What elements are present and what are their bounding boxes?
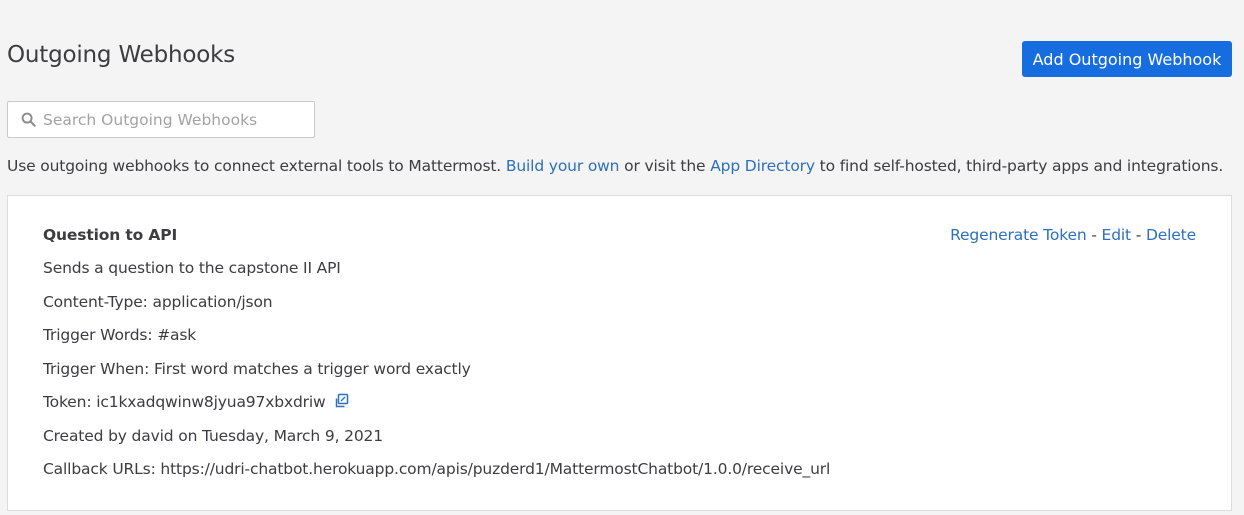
webhook-trigger-words: Trigger Words: #ask <box>43 326 197 344</box>
webhook-token: Token: ic1kxadqwinw8jyua97xbxdriw <box>43 393 326 411</box>
intro-text-middle: or visit the <box>619 157 711 175</box>
webhook-token-row: Token: ic1kxadqwinw8jyua97xbxdriw <box>43 393 350 411</box>
edit-link[interactable]: Edit <box>1102 226 1132 244</box>
copy-icon[interactable] <box>334 393 350 409</box>
webhook-callback-urls: Callback URLs: https://udri-chatbot.hero… <box>43 460 831 478</box>
webhook-actions: Regenerate Token - Edit - Delete <box>950 226 1196 244</box>
search-box[interactable] <box>7 101 315 138</box>
search-input[interactable] <box>43 110 293 129</box>
actions-separator: - <box>1086 226 1102 244</box>
intro-text-after: to find self-hosted, third-party apps an… <box>814 157 1224 175</box>
search-icon <box>19 111 37 129</box>
webhook-content-type: Content-Type: application/json <box>43 293 273 311</box>
page-title: Outgoing Webhooks <box>7 42 236 68</box>
app-directory-link[interactable]: App Directory <box>710 157 815 175</box>
webhook-description: Sends a question to the capstone II API <box>43 259 341 277</box>
webhook-card: Question to API Regenerate Token - Edit … <box>7 195 1232 511</box>
delete-link[interactable]: Delete <box>1146 226 1196 244</box>
actions-separator: - <box>1130 226 1146 244</box>
build-your-own-link[interactable]: Build your own <box>506 157 620 175</box>
intro-text: Use outgoing webhooks to connect externa… <box>7 157 1223 175</box>
add-outgoing-webhook-button[interactable]: Add Outgoing Webhook <box>1022 41 1232 77</box>
webhook-trigger-when: Trigger When: First word matches a trigg… <box>43 360 471 378</box>
webhook-title: Question to API <box>43 226 178 244</box>
regenerate-token-link[interactable]: Regenerate Token <box>950 226 1087 244</box>
webhook-created: Created by david on Tuesday, March 9, 20… <box>43 427 383 445</box>
intro-text-before: Use outgoing webhooks to connect externa… <box>7 157 506 175</box>
